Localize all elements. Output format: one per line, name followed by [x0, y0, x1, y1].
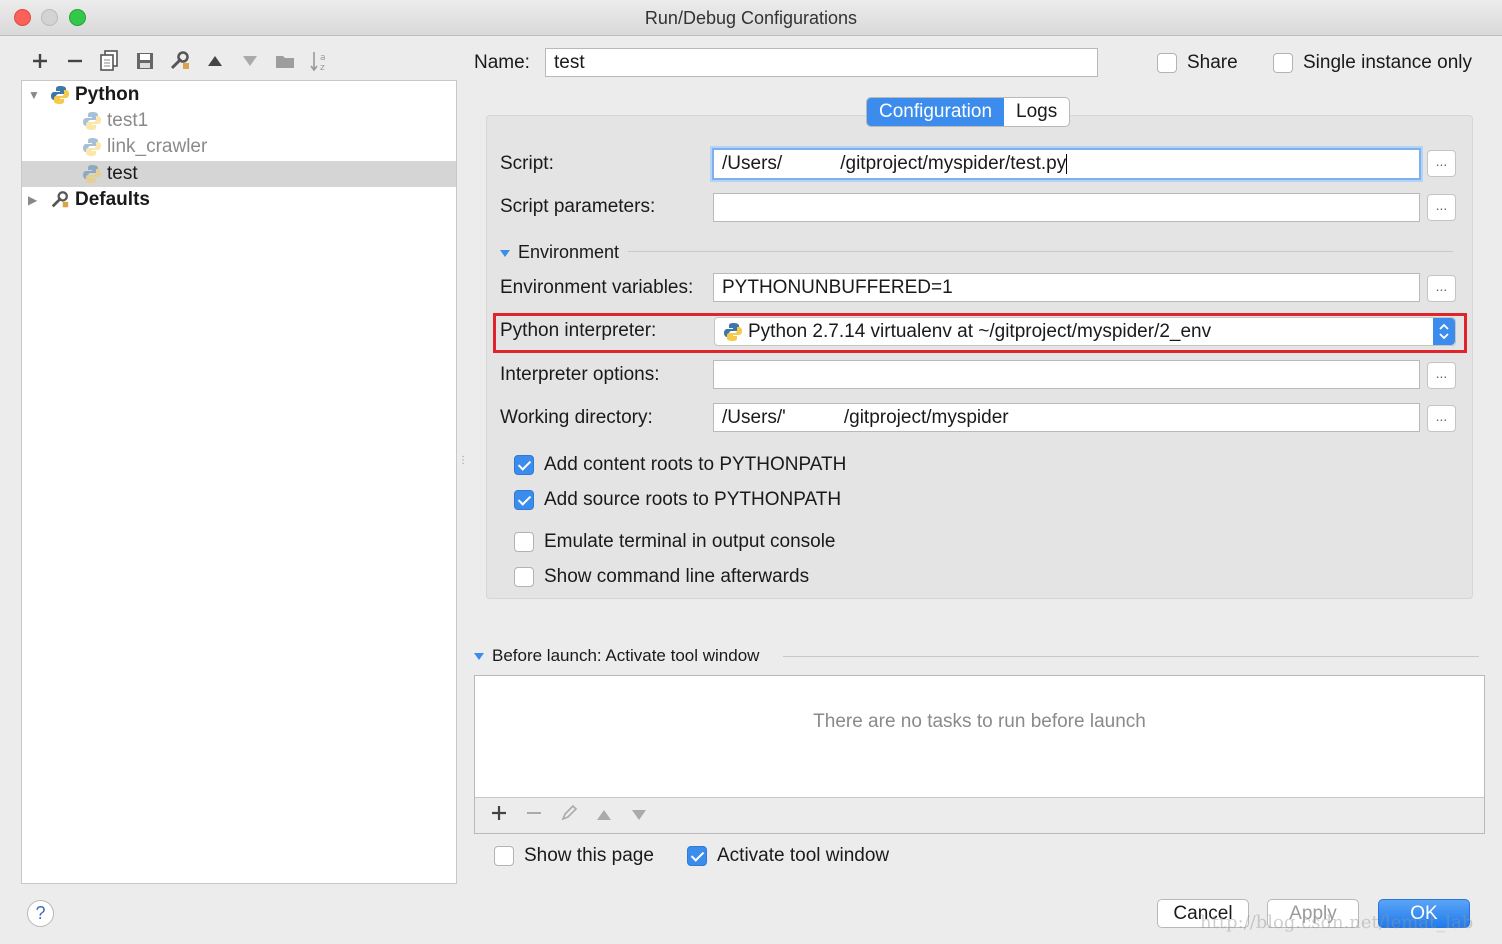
content-roots-checkbox[interactable] [514, 455, 534, 475]
environment-section-toggle[interactable]: Environment [500, 242, 619, 263]
emulate-terminal-label: Emulate terminal in output console [544, 531, 836, 552]
tree-item-test[interactable]: test [22, 161, 456, 187]
activate-tool-window-label: Activate tool window [717, 845, 890, 866]
working-dir-browse-button[interactable]: ... [1427, 405, 1456, 432]
tree-node-defaults[interactable]: ▶ Defaults [22, 187, 456, 213]
save-icon[interactable] [127, 46, 162, 76]
before-launch-toggle[interactable]: Before launch: Activate tool window [474, 646, 759, 666]
script-browse-button[interactable]: ... [1427, 150, 1456, 177]
arrow-down-icon [631, 810, 646, 820]
env-vars-edit-button[interactable]: ... [1427, 275, 1456, 302]
arrow-up-icon [596, 810, 611, 820]
python-file-icon [83, 165, 101, 183]
tree-node-python[interactable]: ▼ Python [22, 82, 456, 108]
wrench-icon[interactable] [162, 46, 197, 76]
share-checkbox[interactable] [1157, 53, 1177, 73]
script-path-value: /Users/ /gitproject/myspider/test.py [722, 153, 1067, 174]
folder-icon[interactable] [267, 46, 302, 76]
plus-icon [491, 806, 506, 820]
config-tree: ▼ Python test1 link_crawler test ▶ Defau… [21, 80, 457, 884]
tab-logs[interactable]: Logs [1004, 98, 1069, 126]
tab-configuration[interactable]: Configuration [867, 98, 1005, 126]
emulate-terminal-checkbox[interactable] [514, 532, 534, 552]
name-input[interactable]: test [545, 48, 1098, 77]
script-params-input[interactable] [713, 193, 1420, 222]
watermark-text: http://blog.csdn.net/lemat_lab [1200, 912, 1474, 933]
before-launch-title: Before launch: Activate tool window [492, 646, 760, 665]
copy-icon[interactable] [92, 46, 127, 76]
tree-label-defaults: Defaults [75, 189, 150, 210]
expanded-arrow-icon[interactable]: ▼ [28, 88, 40, 102]
sort-icon[interactable]: az [302, 46, 337, 76]
share-label: Share [1187, 52, 1238, 73]
wrench-icon [51, 191, 69, 208]
source-roots-label: Add source roots to PYTHONPATH [544, 489, 842, 510]
interp-options-label: Interpreter options: [500, 364, 660, 385]
collapsed-arrow-icon[interactable]: ▶ [28, 193, 40, 207]
script-label: Script: [500, 153, 554, 174]
svg-text:a: a [320, 53, 326, 63]
arrow-down-icon[interactable] [232, 46, 267, 76]
interpreter-highlight-annotation [493, 313, 1467, 353]
section-divider [783, 656, 1479, 657]
configuration-panel [486, 115, 1473, 599]
python-file-icon [83, 112, 101, 130]
plus-icon[interactable] [22, 46, 57, 76]
edit-task-button[interactable] [551, 804, 586, 828]
expand-triangle-icon [474, 653, 484, 661]
show-this-page-label: Show this page [524, 845, 654, 866]
minus-icon [526, 812, 541, 814]
help-button[interactable]: ? [27, 900, 54, 927]
window-title: Run/Debug Configurations [644, 8, 858, 28]
section-divider [628, 251, 1453, 252]
tree-item-label: test [107, 163, 138, 184]
working-dir-label: Working directory: [500, 407, 653, 428]
source-roots-checkbox[interactable] [514, 490, 534, 510]
config-tabs: Configuration Logs [866, 97, 1071, 127]
move-task-up-button[interactable] [586, 804, 621, 827]
env-vars-label: Environment variables: [500, 277, 694, 298]
python-icon [51, 86, 69, 104]
before-launch-task-list: There are no tasks to run before launch [474, 675, 1485, 834]
minus-icon[interactable] [57, 46, 92, 76]
config-toolbar: az [22, 46, 337, 76]
show-this-page-checkbox[interactable] [494, 846, 514, 866]
environment-section-label: Environment [518, 242, 620, 262]
tree-item-link-crawler[interactable]: link_crawler [22, 134, 456, 160]
script-params-expand-button[interactable]: ... [1427, 194, 1456, 221]
single-instance-label: Single instance only [1303, 52, 1472, 73]
tree-item-test1[interactable]: test1 [22, 108, 456, 134]
name-label: Name: [474, 52, 530, 73]
text-cursor [1066, 154, 1068, 174]
interp-options-input[interactable] [713, 360, 1420, 389]
python-file-icon [83, 138, 101, 156]
interp-options-expand-button[interactable]: ... [1427, 362, 1456, 389]
single-instance-checkbox[interactable] [1273, 53, 1293, 73]
move-task-down-button[interactable] [621, 804, 656, 827]
show-cmdline-checkbox[interactable] [514, 567, 534, 587]
activate-tool-window-checkbox[interactable] [687, 846, 707, 866]
svg-text:z: z [320, 63, 325, 72]
working-dir-input[interactable]: /Users/' /gitproject/myspider [713, 403, 1420, 432]
empty-tasks-message: There are no tasks to run before launch [813, 711, 1146, 732]
splitter-handle[interactable]: ⋮ [458, 455, 468, 471]
task-list-toolbar [475, 797, 1484, 833]
expand-triangle-icon [500, 249, 510, 257]
title-bar: Run/Debug Configurations [0, 0, 1502, 36]
script-path-input[interactable]: /Users/ /gitproject/myspider/test.py [712, 148, 1421, 180]
script-params-label: Script parameters: [500, 196, 656, 217]
arrow-up-icon[interactable] [197, 46, 232, 76]
content-roots-label: Add content roots to PYTHONPATH [544, 454, 847, 475]
tree-item-label: test1 [107, 110, 149, 131]
env-vars-input[interactable]: PYTHONUNBUFFERED=1 [713, 273, 1420, 302]
tree-label-python: Python [75, 84, 140, 105]
remove-task-button[interactable] [516, 804, 551, 827]
show-cmdline-label: Show command line afterwards [544, 566, 810, 587]
tree-item-label: link_crawler [107, 136, 208, 157]
pencil-icon [561, 804, 577, 820]
add-task-button[interactable] [481, 804, 516, 827]
